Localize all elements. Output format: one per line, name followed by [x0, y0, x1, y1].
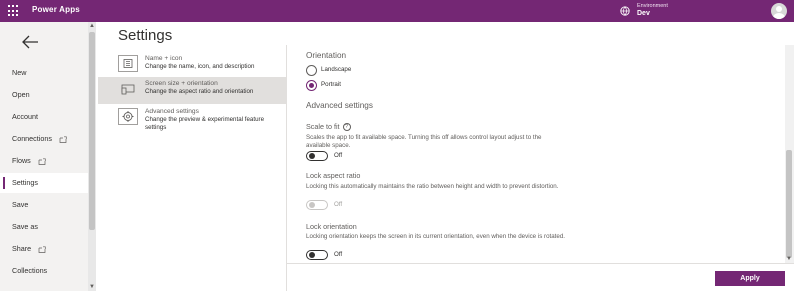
landscape-label[interactable]: Landscape [321, 66, 351, 73]
scale-to-fit-description: Scales the app to fit available space. T… [306, 134, 542, 149]
scroll-up-icon[interactable]: ▲ [89, 23, 95, 29]
app-launcher-icon[interactable] [8, 5, 20, 17]
info-icon[interactable]: ? [342, 123, 351, 132]
category-description: Change the preview & experimental featur… [145, 116, 265, 131]
scale-to-fit-toggle[interactable] [306, 151, 328, 161]
top-bar: Power Apps Environment Dev [0, 0, 794, 22]
nav-item-new[interactable]: New [0, 63, 88, 83]
category-description: Change the name, icon, and description [145, 63, 255, 70]
screen-orientation-icon [118, 80, 138, 97]
user-avatar[interactable] [771, 3, 787, 19]
apply-button[interactable]: Apply [715, 271, 785, 286]
panel-divider [286, 45, 287, 291]
environment-value[interactable]: Dev [637, 10, 650, 17]
scale-to-fit-state: Off [334, 152, 343, 159]
lock-aspect-ratio-state: Off [334, 201, 343, 208]
category-description: Change the aspect ratio and orientation [145, 88, 254, 95]
category-title: Name + icon [145, 55, 183, 62]
landscape-radio[interactable] [306, 65, 317, 76]
scale-to-fit-title: Scale to fit? [306, 122, 351, 132]
main-scroll-thumb[interactable] [786, 150, 792, 258]
lock-aspect-ratio-title: Lock aspect ratio [306, 171, 361, 180]
back-arrow-icon[interactable] [20, 34, 40, 50]
nav-item-collections[interactable]: Collections [0, 261, 88, 281]
footer-divider [287, 263, 794, 264]
nav-item-save[interactable]: Save [0, 195, 88, 215]
environment-label: Environment [637, 3, 668, 9]
nav-item-share[interactable]: Share [0, 239, 88, 259]
category-name-icon[interactable]: Name + icon Change the name, icon, and d… [98, 52, 286, 79]
app-title: Power Apps [32, 5, 80, 14]
open-external-icon [59, 136, 67, 143]
nav-item-connections[interactable]: Connections [0, 129, 88, 149]
nav-item-settings[interactable]: Settings [0, 173, 88, 193]
lock-aspect-ratio-toggle[interactable] [306, 200, 328, 210]
scroll-down-icon[interactable]: ▼ [89, 284, 95, 290]
lock-orientation-title: Lock orientation [306, 222, 357, 231]
nav-item-flows[interactable]: Flows [0, 151, 88, 171]
environment-icon[interactable] [619, 5, 631, 17]
nav-item-open[interactable]: Open [0, 85, 88, 105]
portrait-radio[interactable] [306, 80, 317, 91]
lock-orientation-description: Locking orientation keeps the screen in … [306, 233, 565, 240]
category-title: Screen size + orientation [145, 80, 218, 87]
lock-orientation-toggle[interactable] [306, 250, 328, 260]
main-scroll-down-icon[interactable]: ▼ [786, 256, 792, 262]
portrait-label[interactable]: Portrait [321, 81, 341, 88]
open-external-icon [38, 246, 46, 253]
page-title: Settings [118, 27, 173, 44]
nav-item-save-as[interactable]: Save as [0, 217, 88, 237]
lock-orientation-state: Off [334, 251, 343, 258]
advanced-settings-heading: Advanced settings [306, 101, 373, 110]
category-advanced-settings[interactable]: Advanced settings Change the preview & e… [98, 105, 286, 132]
active-indicator [3, 177, 5, 189]
orientation-heading: Orientation [306, 51, 347, 60]
gear-icon [118, 108, 138, 125]
nav-item-account[interactable]: Account [0, 107, 88, 127]
category-screen-size-orientation[interactable]: Screen size + orientation Change the asp… [98, 77, 286, 104]
left-nav-scroll-thumb[interactable] [89, 32, 95, 230]
lock-aspect-ratio-description: Locking this automatically maintains the… [306, 183, 559, 190]
app-icon [118, 55, 138, 72]
category-title: Advanced settings [145, 108, 199, 115]
open-external-icon [38, 158, 46, 165]
